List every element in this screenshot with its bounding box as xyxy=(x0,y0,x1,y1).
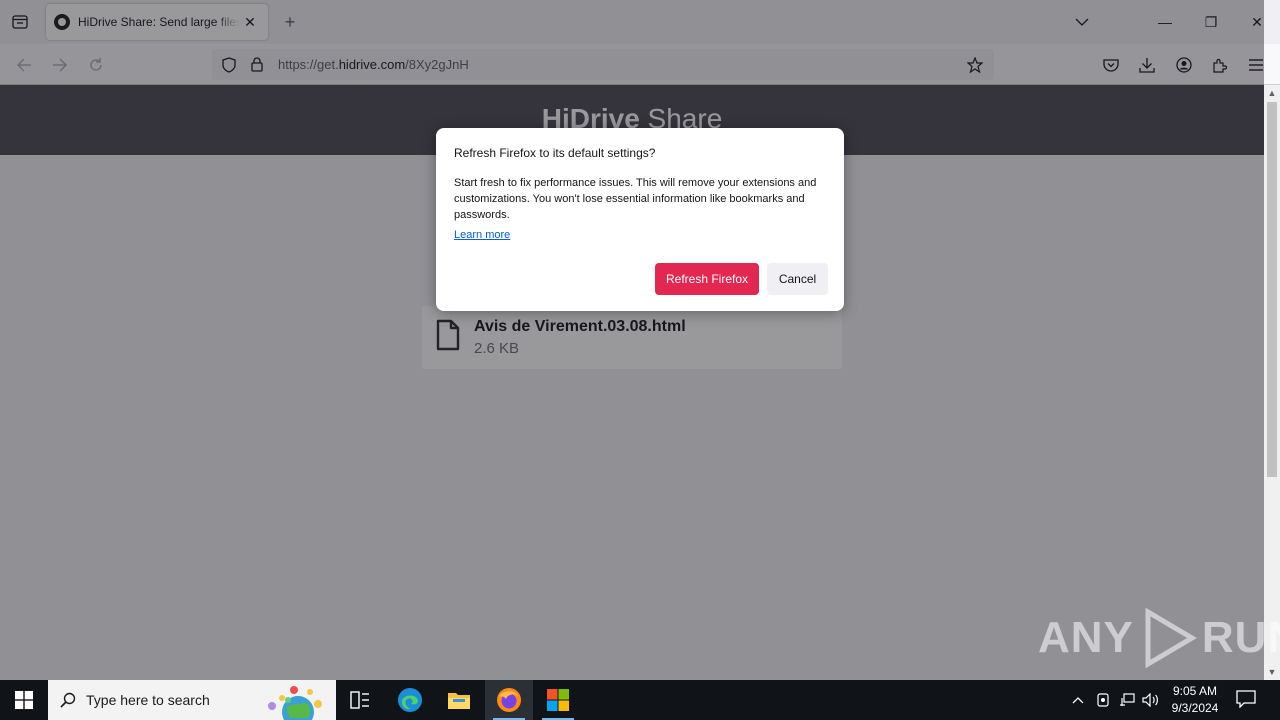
dialog-message: Start fresh to fix performance issues. T… xyxy=(454,177,817,221)
volume-icon[interactable] xyxy=(1141,690,1161,710)
dialog-title: Refresh Firefox to its default settings? xyxy=(454,146,656,160)
edge-browser-icon[interactable] xyxy=(386,680,434,720)
cancel-button[interactable]: Cancel xyxy=(767,263,828,295)
task-view-icon[interactable] xyxy=(336,680,384,720)
search-placeholder: Type here to search xyxy=(86,692,210,708)
refresh-firefox-dialog: Refresh Firefox to its default settings?… xyxy=(436,128,844,311)
windows-start-icon[interactable] xyxy=(0,680,48,720)
clock-time: 9:05 AM xyxy=(1172,684,1218,698)
vertical-scrollbar[interactable]: ▲ ▼ xyxy=(1264,85,1280,680)
firefox-taskbar-icon[interactable] xyxy=(485,680,533,720)
clock-date: 9/3/2024 xyxy=(1171,701,1219,715)
network-icon[interactable] xyxy=(1117,690,1137,710)
modal-backdrop xyxy=(0,0,1264,680)
search-icon xyxy=(60,692,76,708)
taskbar-search-box[interactable]: Type here to search xyxy=(48,680,336,720)
search-highlight-globe-icon xyxy=(260,682,332,720)
anyrun-watermark: ANY RUN xyxy=(1038,608,1280,668)
notifications-icon[interactable] xyxy=(1236,690,1258,710)
system-clock[interactable]: 9:05 AM 9/3/2024 xyxy=(1164,683,1226,717)
file-explorer-icon[interactable] xyxy=(435,680,483,720)
windows-taskbar: Type here to search 9:05 AM 9/3/2024 xyxy=(0,680,1280,720)
learn-more-link[interactable]: Learn more xyxy=(454,229,510,241)
play-logo-icon xyxy=(1145,608,1197,668)
scroll-up-arrow-icon[interactable]: ▲ xyxy=(1264,85,1280,101)
tray-chevron-up-icon[interactable] xyxy=(1068,690,1088,710)
microsoft-store-icon[interactable] xyxy=(534,680,582,720)
refresh-firefox-button[interactable]: Refresh Firefox xyxy=(655,263,759,295)
scroll-thumb[interactable] xyxy=(1267,102,1277,477)
tray-app-icon[interactable] xyxy=(1093,690,1113,710)
